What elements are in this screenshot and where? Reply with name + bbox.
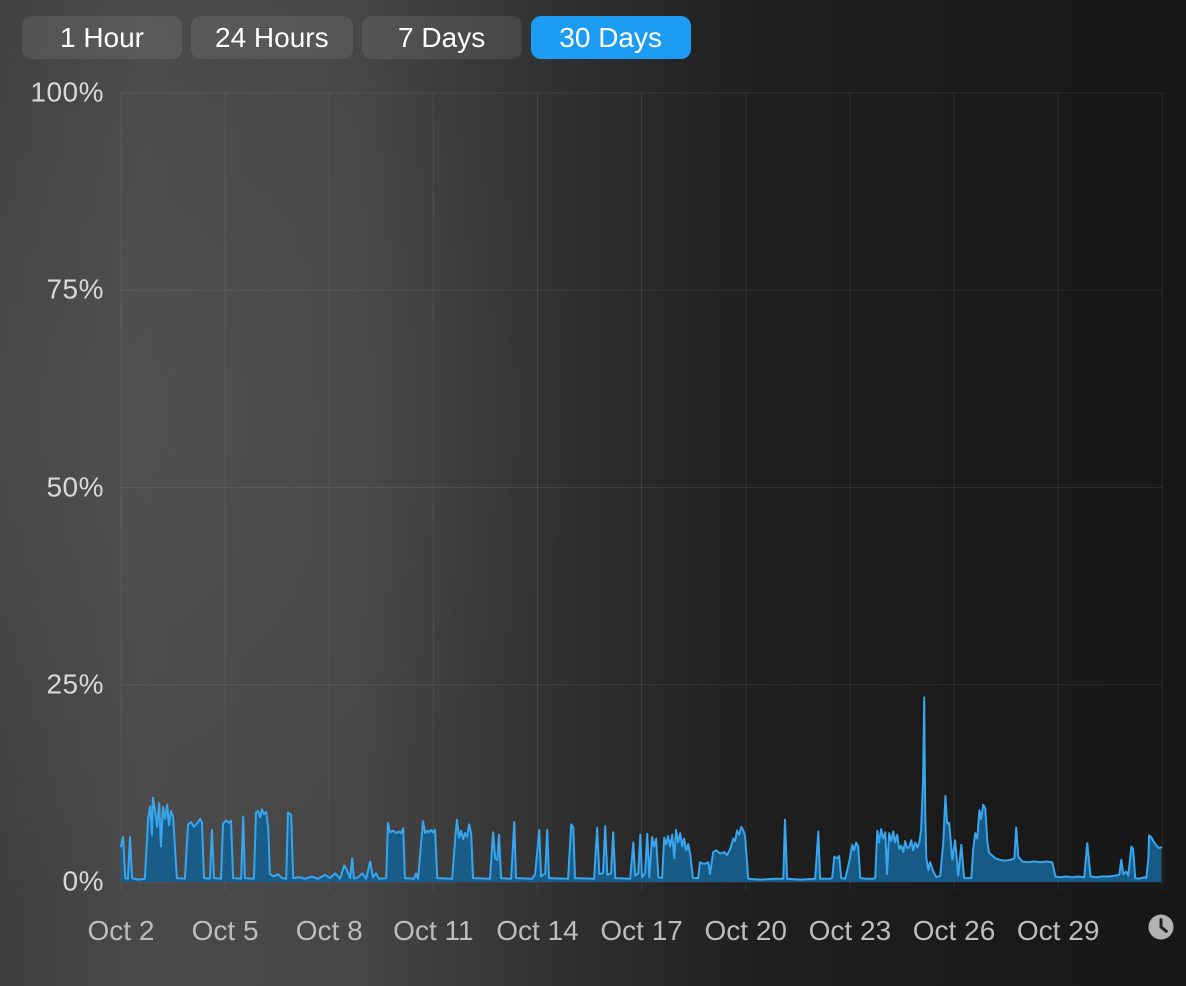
time-range-button-1-hour[interactable]: 1 Hour xyxy=(22,16,182,59)
usage-chart[interactable]: 0% 25% 50% 75% 100% Oct 2 Oct 5 Oct 8 Oct 11 Oct… xyxy=(0,0,1186,986)
time-range-button-30-days[interactable]: 30 Days xyxy=(530,16,691,59)
gridlines xyxy=(120,92,1163,890)
y-axis-tick-label: 50% xyxy=(46,470,104,502)
system-monitor-panel: 1 Hour 24 Hours 7 Days 30 Days 0% 25% 50% 7… xyxy=(0,0,1186,986)
time-range-buttons: 1 Hour 24 Hours 7 Days 30 Days xyxy=(22,16,691,59)
y-axis-tick-label: 25% xyxy=(46,668,104,700)
time-range-button-24-hours[interactable]: 24 Hours xyxy=(191,16,353,59)
usage-chart-canvas xyxy=(120,92,1163,890)
y-axis-tick-label: 75% xyxy=(46,273,104,305)
x-axis-tick-label: Oct 29 xyxy=(1016,915,1100,946)
y-axis-tick-label: 0% xyxy=(62,865,104,897)
clock-icon[interactable] xyxy=(1147,913,1175,941)
time-range-button-7-days[interactable]: 7 Days xyxy=(361,16,522,59)
y-axis-tick-label: 100% xyxy=(30,76,104,108)
